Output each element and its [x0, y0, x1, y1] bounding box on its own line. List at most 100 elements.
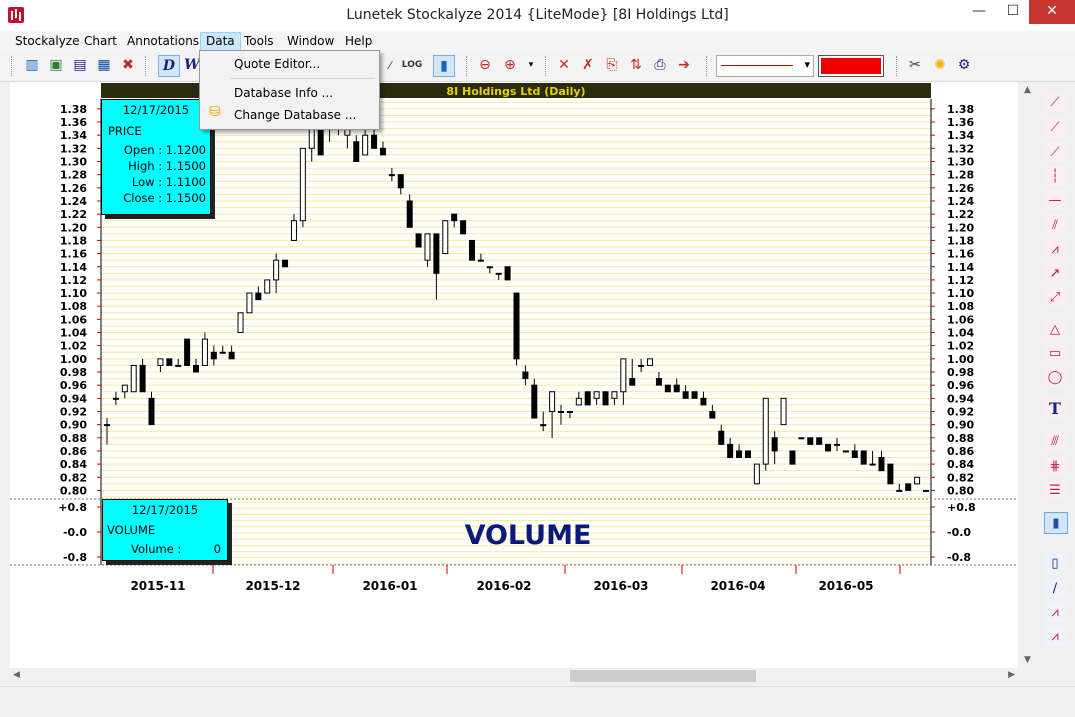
mountain-style-icon[interactable]: ⩘ [1044, 602, 1066, 622]
parallel-lines-tool-icon[interactable]: ⫽ [1044, 215, 1066, 235]
y-tick-label: 1.26 [947, 182, 974, 195]
channel-tool-icon[interactable]: ☰ [1044, 480, 1066, 500]
candle-body [584, 391, 591, 406]
close-button[interactable]: ✕ [1029, 0, 1075, 24]
zoom-in-icon[interactable]: ⊕ [500, 55, 520, 75]
scroll-left-icon[interactable]: ◀ [13, 670, 20, 680]
bar-chart-icon[interactable]: ▮ [433, 55, 455, 77]
y-tick-label: 1.06 [60, 313, 87, 326]
line-style-icon[interactable]: ∕ [1044, 578, 1066, 598]
line-color-picker[interactable] [818, 55, 884, 77]
horizontal-scroll-thumb[interactable] [570, 670, 756, 682]
rectangle-tool-icon[interactable]: ▭ [1044, 343, 1066, 363]
y-tick-label: 1.12 [947, 274, 974, 287]
y-tick-label: 1.30 [947, 155, 974, 168]
menu-item-quote-editor[interactable]: Quote Editor... [234, 57, 320, 71]
candlestick-style-icon[interactable]: ▯ [1044, 553, 1066, 573]
open-chart-icon[interactable]: ▣ [46, 55, 66, 75]
ellipse-tool-icon[interactable]: ◯ [1044, 367, 1066, 387]
vertical-line-tool-icon[interactable]: ┆ [1044, 166, 1066, 186]
x-tick-label: 2015-12 [245, 579, 300, 593]
menu-stockalyze[interactable]: Stockalyze [10, 33, 84, 50]
new-chart-icon[interactable]: ▥ [22, 55, 42, 75]
settings-tools-icon[interactable]: ✂ [905, 55, 925, 75]
candle-body [664, 384, 671, 393]
tip-lightbulb-icon[interactable]: ✺ [930, 55, 950, 75]
text-tool-icon[interactable]: T [1044, 398, 1066, 418]
candle-body [869, 463, 876, 466]
y-tick-label: 0.86 [60, 445, 87, 458]
candle-body [468, 239, 475, 261]
scroll-down-icon[interactable]: ▼ [1024, 655, 1031, 665]
minimize-button[interactable]: — [962, 0, 996, 24]
candle-body [744, 450, 751, 459]
annotation-properties-icon[interactable]: ⎘ [602, 55, 622, 75]
zoom-dropdown-icon[interactable]: ▾ [521, 55, 541, 75]
candle-body [362, 134, 369, 156]
candle-body [522, 371, 529, 380]
chart-panel[interactable]: 8I Holdings Ltd (Daily) 1.38 1.36 1.34 1.32… [10, 82, 1018, 668]
volume-watermark: VOLUME [465, 520, 592, 551]
toolbar-separator [466, 56, 468, 76]
price-info-low: Low : 1.1100 [131, 175, 206, 189]
candle-body [718, 430, 725, 445]
area-style-icon[interactable]: ⩘ [1044, 626, 1066, 646]
fibonacci-fan-tool-icon[interactable]: ⋕ [1044, 456, 1066, 476]
horizontal-line-tool-icon[interactable]: — [1044, 190, 1066, 210]
candle-body [504, 266, 511, 281]
sort-icon[interactable]: ⇅ [626, 55, 646, 75]
save-icon[interactable]: ▦ [94, 55, 114, 75]
y-tick-label: 1.00 [947, 353, 974, 366]
menu-item-change-database[interactable]: Change Database ... [234, 108, 356, 122]
candle-body [442, 220, 449, 255]
candle-body [282, 259, 289, 268]
candle-body [540, 424, 547, 427]
double-arrow-tool-icon[interactable]: ⤢ [1044, 287, 1066, 307]
scroll-up-icon[interactable]: ▲ [1024, 85, 1031, 95]
price-info-title: PRICE [108, 124, 142, 138]
menu-item-database-info[interactable]: Database Info ... [234, 86, 333, 100]
vertical-scrollbar[interactable]: ▲ ▼ [1020, 82, 1037, 668]
delete-all-annotations-icon[interactable]: ✗ [578, 55, 598, 75]
candle-body [406, 200, 413, 228]
candle-body [771, 437, 778, 452]
menu-annotations[interactable]: Annotations [122, 33, 204, 50]
maximize-button[interactable]: ☐ [996, 0, 1030, 24]
triangle-tool-icon[interactable]: △ [1044, 319, 1066, 339]
fibonacci-tool-icon[interactable]: ⫻ [1044, 431, 1066, 451]
trendline-tool-icon[interactable]: ⟋ [1044, 92, 1066, 112]
candle-body [860, 450, 867, 465]
candle-body [273, 259, 280, 281]
ray-tool-icon[interactable]: ⟋ [1044, 117, 1066, 137]
delete-annotation-icon[interactable]: ✕ [554, 55, 574, 75]
arrow-tool-icon[interactable]: ↗ [1044, 263, 1066, 283]
candle-body [807, 437, 814, 445]
log-scale-icon[interactable]: LOG [402, 55, 422, 75]
candle-select-tool-icon[interactable]: ▮ [1044, 512, 1068, 534]
menu-window[interactable]: Window [282, 33, 339, 50]
menu-tools[interactable]: Tools [239, 33, 279, 50]
menu-data[interactable]: Data [200, 32, 241, 51]
menu-chart[interactable]: Chart [79, 33, 122, 50]
horizontal-scrollbar[interactable]: ◀ ▶ [10, 668, 1018, 684]
candle-body [762, 397, 769, 465]
candle-body [851, 450, 858, 459]
export-icon[interactable]: ⎙ [650, 55, 670, 75]
forward-icon[interactable]: ➔ [674, 55, 694, 75]
candle-body [896, 489, 903, 492]
price-info-box[interactable]: 12/17/2015 PRICE Open : 1.1200 High : 1.… [101, 99, 211, 215]
scroll-right-icon[interactable]: ▶ [1008, 670, 1015, 680]
close-chart-icon[interactable]: ✖ [118, 55, 138, 75]
zoom-out-icon[interactable]: ⊖ [475, 55, 495, 75]
zigzag-tool-icon[interactable]: ⩘ [1044, 239, 1066, 259]
volume-info-box[interactable]: 12/17/2015 VOLUME Volume : 0 [102, 499, 228, 561]
candle-body [219, 351, 226, 354]
menu-help[interactable]: Help [340, 33, 377, 50]
line-tool-icon[interactable]: ⁄ [380, 55, 400, 75]
extended-line-tool-icon[interactable]: ⟋ [1044, 142, 1066, 162]
daily-period-icon[interactable]: D [158, 55, 180, 77]
line-style-dropdown[interactable] [716, 55, 814, 77]
gear-icon[interactable]: ⚙ [954, 55, 974, 75]
chart-header-title: 8I Holdings Ltd (Daily) [446, 85, 585, 98]
save-as-icon[interactable]: ▤ [70, 55, 90, 75]
